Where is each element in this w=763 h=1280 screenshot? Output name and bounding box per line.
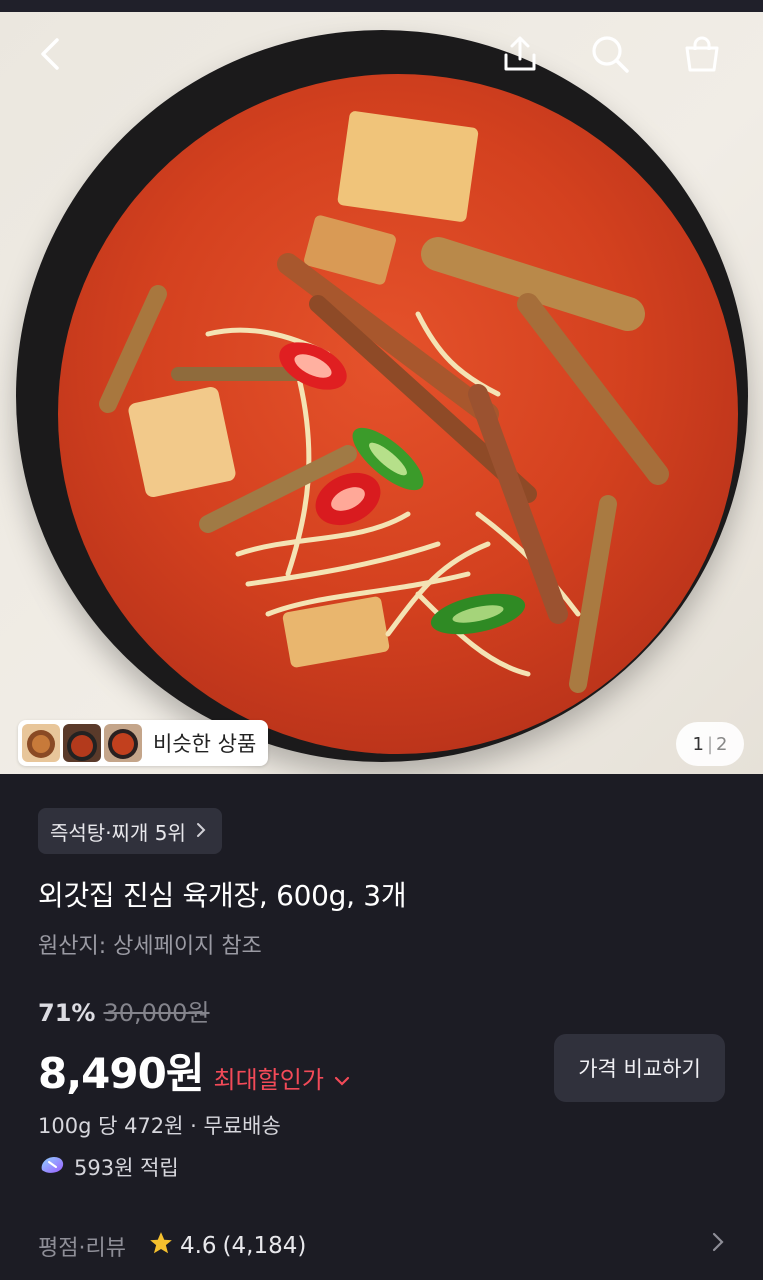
- pager-separator: |: [706, 733, 714, 755]
- best-price-label: 최대할인가: [213, 1066, 324, 1094]
- discount-row: 71% 30,000원: [38, 993, 210, 1028]
- pager-current: 1: [692, 733, 704, 755]
- image-page-indicator: 1 | 2: [676, 722, 744, 766]
- points-text: 593원 적립: [74, 1156, 179, 1180]
- cart-icon[interactable]: [680, 32, 724, 76]
- product-origin: 원산지: 상세페이지 참조: [38, 934, 262, 959]
- search-icon[interactable]: [588, 32, 632, 76]
- rating: 4.6 (4,184): [148, 1230, 306, 1262]
- similar-products-label: 비슷한 상품: [153, 732, 257, 756]
- original-price: 30,000원: [103, 999, 210, 1027]
- price-row: 8,490원 최대할인가: [38, 1040, 350, 1101]
- product-photo: [16, 30, 748, 762]
- best-price-dropdown[interactable]: 최대할인가: [214, 1060, 350, 1095]
- similar-thumbnail: [22, 724, 60, 762]
- chevron-right-icon: [196, 819, 206, 843]
- unit-price-shipping: 100g 당 472원 · 무료배송: [38, 1114, 281, 1138]
- share-icon[interactable]: [498, 32, 542, 76]
- product-title: 외갓집 진심 육개장, 600g, 3개: [38, 879, 407, 912]
- similar-products-button[interactable]: 비슷한 상품: [18, 720, 269, 766]
- review-count: (4,184): [222, 1233, 307, 1259]
- product-image-carousel[interactable]: 비슷한 상품 1 | 2: [0, 12, 763, 774]
- pager-total: 2: [716, 733, 728, 755]
- rating-value: 4.6: [179, 1233, 217, 1259]
- similar-thumbnail: [63, 724, 101, 762]
- points-row: 593원 적립: [38, 1152, 179, 1182]
- similar-thumbnail: [104, 724, 142, 762]
- review-label: 평점·리뷰: [38, 1236, 126, 1261]
- status-bar: [0, 0, 763, 12]
- chevron-down-icon: [334, 1064, 350, 1092]
- back-icon[interactable]: [30, 34, 70, 74]
- discount-percent: 71%: [38, 999, 96, 1027]
- compare-price-button[interactable]: 가격 비교하기: [554, 1034, 725, 1102]
- points-icon: [38, 1154, 66, 1181]
- star-icon: [148, 1230, 174, 1262]
- category-rank-badge[interactable]: 즉석탕·찌개 5위: [38, 808, 222, 854]
- sale-price: 8,490원: [38, 1049, 204, 1098]
- rank-label: 즉석탕·찌개 5위: [50, 820, 186, 845]
- review-summary-row[interactable]: 평점·리뷰 4.6 (4,184): [38, 1228, 724, 1264]
- chevron-right-icon[interactable]: [712, 1232, 724, 1256]
